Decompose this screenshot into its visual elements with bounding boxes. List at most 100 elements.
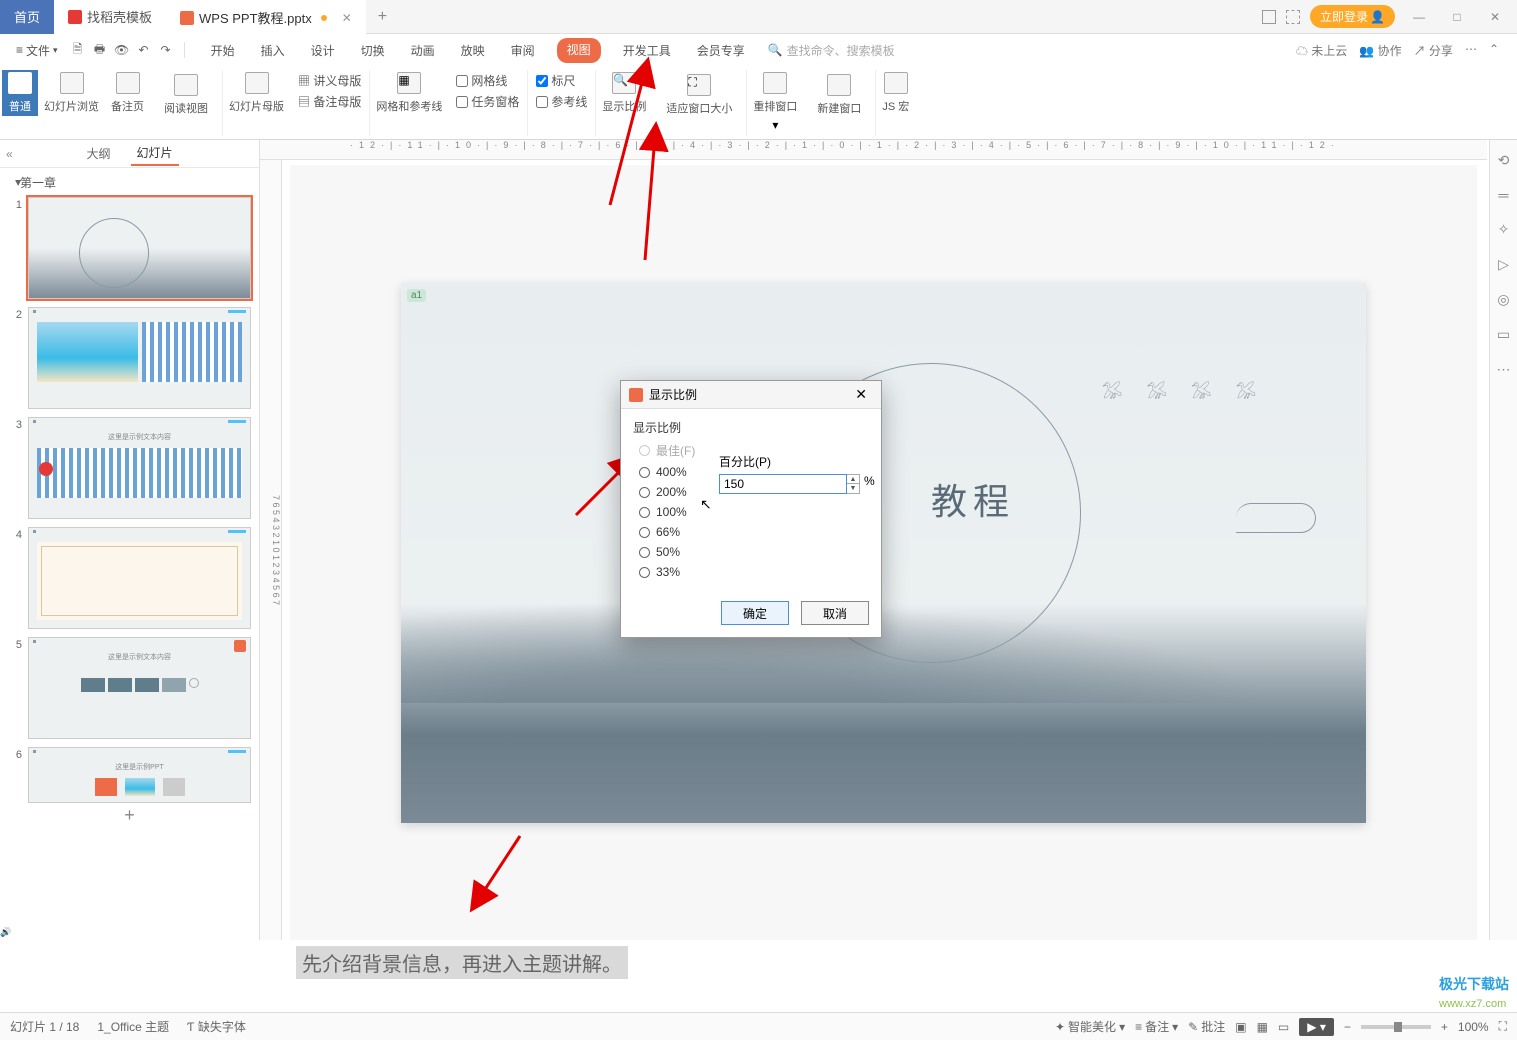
collapse-pane-icon[interactable]: « — [6, 147, 13, 161]
window-maximize-button[interactable]: □ — [1443, 10, 1471, 24]
menutab-insert[interactable]: 插入 — [257, 38, 289, 63]
dialog-section-label: 显示比例 — [633, 419, 869, 436]
notes-master-button[interactable]: ▤ 备注母版 — [298, 93, 361, 110]
zoom-radio-66[interactable]: 66% — [639, 525, 869, 539]
spin-up-icon[interactable]: ▲ — [847, 475, 859, 484]
fit-window-button[interactable]: ⛶适应窗口大小 — [660, 72, 738, 118]
arrange-windows-button[interactable]: 重排窗口▾ — [747, 70, 803, 134]
file-menu[interactable]: ≡ 文件 ▾ — [8, 42, 66, 59]
window-close-button[interactable]: ✕ — [1481, 10, 1509, 24]
menutab-design[interactable]: 设计 — [307, 38, 339, 63]
slide-main[interactable]: a1 教程 𓅮 𓅮 𓅮 𓅮 — [401, 283, 1366, 823]
sidebar-icon-3[interactable]: ✧ — [1498, 221, 1510, 238]
menutab-animation[interactable]: 动画 — [407, 38, 439, 63]
slide-thumb-4[interactable] — [28, 527, 251, 629]
editor-canvas[interactable]: a1 教程 𓅮 𓅮 𓅮 𓅮 — [290, 165, 1477, 940]
zoom-radio-100[interactable]: 100% — [639, 505, 869, 519]
play-slideshow-button[interactable]: ▶ ▾ — [1299, 1018, 1334, 1036]
zoom-button[interactable]: 🔍显示比例 — [596, 70, 652, 116]
share-label: 分享 — [1429, 44, 1453, 58]
qa-redo-icon[interactable]: ↷ — [158, 42, 174, 58]
window-minimize-button[interactable]: — — [1405, 10, 1433, 24]
sidebar-icon-7[interactable]: ⋯ — [1497, 361, 1511, 378]
slide-thumb-5[interactable]: 这里是示例文本内容 — [28, 637, 251, 739]
layout-icon-2[interactable] — [1286, 10, 1300, 24]
zoom-percent[interactable]: 100% — [1458, 1020, 1489, 1034]
status-missing-font[interactable]: Ƭ 缺失字体 — [187, 1018, 246, 1035]
tab-add-button[interactable]: + — [366, 0, 399, 34]
tab-close-icon[interactable]: ✕ — [342, 11, 352, 25]
handout-master-button[interactable]: ▦ 讲义母版 — [298, 72, 361, 89]
zoom-slider[interactable] — [1361, 1025, 1431, 1029]
view-reading-button[interactable]: 阅读视图 — [158, 72, 214, 118]
qa-undo-icon[interactable]: ↶ — [136, 42, 152, 58]
view-sorter-icon[interactable]: ▦ — [1257, 1020, 1268, 1034]
percent-spinner[interactable]: ▲▼ — [847, 474, 860, 494]
view-normal-icon[interactable]: ▣ — [1235, 1020, 1246, 1034]
menutab-transition[interactable]: 切换 — [357, 38, 389, 63]
menu-tabs: 开始 插入 设计 切换 动画 放映 审阅 视图 开发工具 会员专享 — [207, 38, 749, 63]
menutab-review[interactable]: 审阅 — [507, 38, 539, 63]
spin-down-icon[interactable]: ▼ — [847, 484, 859, 493]
notes-pane[interactable]: 先介绍背景信息，再进入主题讲解。 — [290, 944, 1477, 980]
dialog-close-button[interactable]: ✕ — [849, 386, 873, 403]
dialog-titlebar[interactable]: 显示比例 ✕ — [621, 381, 881, 409]
tab-template[interactable]: 找稻壳模板 — [54, 0, 166, 34]
tab-current-file[interactable]: WPS PPT教程.pptx ✕ — [166, 0, 366, 34]
percent-input[interactable] — [719, 474, 847, 494]
dialog-ok-button[interactable]: 确定 — [721, 601, 789, 625]
sidebar-icon-5[interactable]: ◎ — [1497, 291, 1509, 308]
zoom-radio-50[interactable]: 50% — [639, 545, 869, 559]
layout-icon-1[interactable] — [1262, 10, 1276, 24]
share-button[interactable]: ↗ 分享 — [1414, 42, 1453, 59]
section-header[interactable]: 第一章 — [0, 168, 259, 197]
coop-button[interactable]: 👥 协作 — [1359, 42, 1401, 59]
sidebar-icon-6[interactable]: ▭ — [1497, 326, 1510, 343]
sidebar-icon-1[interactable]: ⟲ — [1498, 152, 1510, 169]
add-slide-button[interactable]: + — [0, 803, 259, 827]
zoom-radio-33[interactable]: 33% — [639, 565, 869, 579]
sidebar-icon-2[interactable]: ═ — [1499, 187, 1509, 203]
new-window-button[interactable]: 新建窗口 — [811, 72, 867, 118]
ribbon-collapse-icon[interactable]: ⌃ — [1489, 42, 1499, 59]
dialog-cancel-button[interactable]: 取消 — [801, 601, 869, 625]
js-macro-button[interactable]: JS 宏 — [876, 70, 915, 116]
status-review-toggle[interactable]: ✎ 批注 — [1188, 1018, 1225, 1035]
taskpane-checkbox[interactable]: 任务窗格 — [456, 93, 519, 110]
view-normal-button[interactable]: 普通 — [2, 70, 38, 116]
view-sorter-button[interactable]: 幻灯片浏览 — [38, 70, 105, 116]
zoom-in-button[interactable]: + — [1441, 1020, 1448, 1034]
notes-text[interactable]: 先介绍背景信息，再进入主题讲解。 — [296, 946, 628, 979]
sidebar-icon-4[interactable]: ▷ — [1498, 256, 1509, 273]
tab-home[interactable]: 首页 — [0, 0, 54, 34]
status-beautify[interactable]: ✦ 智能美化 ▾ — [1055, 1018, 1125, 1035]
menutab-view[interactable]: 视图 — [557, 38, 601, 63]
slide-thumb-2[interactable] — [28, 307, 251, 409]
slide-master-button[interactable]: 幻灯片母版 — [223, 70, 290, 116]
slide-thumb-1[interactable] — [28, 197, 251, 299]
gridlines-checkbox[interactable]: 网格线 — [456, 72, 519, 89]
status-notes-toggle[interactable]: ≡ 备注 ▾ — [1135, 1018, 1178, 1035]
zoom-out-button[interactable]: − — [1344, 1020, 1351, 1034]
qa-preview-icon[interactable]: 👁 — [114, 42, 130, 58]
menutab-vip[interactable]: 会员专享 — [693, 38, 749, 63]
view-notespage-button[interactable]: 备注页 — [105, 70, 150, 116]
cloud-status[interactable]: ☁ 未上云 — [1296, 42, 1347, 59]
command-search[interactable]: 🔍 查找命令、搜索模板 — [768, 42, 895, 59]
guides-checkbox[interactable]: 参考线 — [536, 93, 587, 110]
view-reading-icon[interactable]: ▭ — [1278, 1020, 1289, 1034]
qa-save-icon[interactable]: 🗎 — [70, 42, 86, 58]
menutab-start[interactable]: 开始 — [207, 38, 239, 63]
more-menu-icon[interactable]: ⋯ — [1465, 42, 1477, 59]
menutab-devtools[interactable]: 开发工具 — [619, 38, 675, 63]
slide-thumb-3[interactable]: 这里是示例文本内容 — [28, 417, 251, 519]
left-tab-outline[interactable]: 大纲 — [80, 142, 116, 165]
menutab-slideshow[interactable]: 放映 — [457, 38, 489, 63]
grid-guides-button[interactable]: ▦网格和参考线 — [370, 70, 448, 116]
left-tab-slides[interactable]: 幻灯片 — [131, 141, 179, 166]
fit-to-window-icon[interactable]: ⛶ — [1499, 1019, 1507, 1034]
ruler-checkbox[interactable]: 标尺 — [536, 72, 587, 89]
login-button[interactable]: 立即登录👤 — [1310, 5, 1395, 28]
slide-thumb-6[interactable]: 这里是示例PPT — [28, 747, 251, 803]
qa-print-icon[interactable]: 🖶 — [92, 42, 108, 58]
